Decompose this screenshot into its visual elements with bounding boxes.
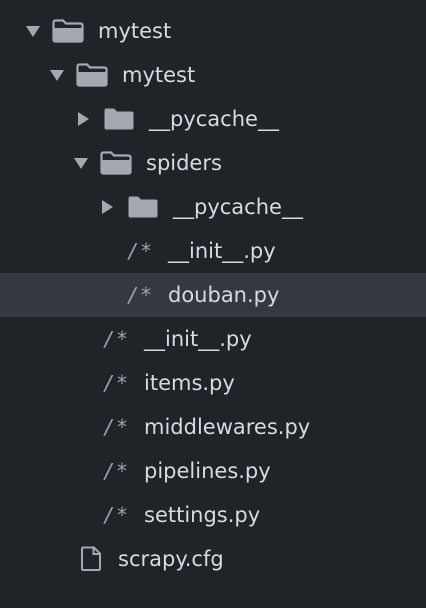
folder-icon <box>103 107 135 131</box>
tree-item-spiders[interactable]: spiders <box>0 141 426 185</box>
tree-item-label: __init__.py <box>144 327 252 351</box>
chevron-down-icon[interactable] <box>26 25 40 37</box>
tree-item-mytest[interactable]: mytest <box>0 53 426 97</box>
tree-item-init[interactable]: /* __init__.py <box>0 317 426 361</box>
folder-open-icon <box>76 63 108 87</box>
tree-item-mytest-root[interactable]: mytest <box>0 9 426 53</box>
tree-item-label: mytest <box>122 63 196 87</box>
tree-item-label: mytest <box>98 19 172 43</box>
tree-item-douban[interactable]: /* douban.py <box>0 273 426 317</box>
tree-item-label: middlewares.py <box>144 415 311 439</box>
file-icon <box>80 546 102 572</box>
tree-item-label: pipelines.py <box>144 459 271 483</box>
python-file-icon: /* <box>127 283 154 307</box>
tree-item-middlewares[interactable]: /* middlewares.py <box>0 405 426 449</box>
python-file-icon: /* <box>127 239 154 263</box>
python-file-icon: /* <box>103 371 130 395</box>
tree-item-pycache[interactable]: __pycache__ <box>0 97 426 141</box>
tree-item-pipelines[interactable]: /* pipelines.py <box>0 449 426 493</box>
chevron-right-icon[interactable] <box>102 200 113 214</box>
chevron-right-icon[interactable] <box>78 112 89 126</box>
python-file-icon: /* <box>103 327 130 351</box>
tree-item-label: __pycache__ <box>149 107 279 131</box>
tree-item-label: items.py <box>144 371 235 395</box>
tree-item-label: douban.py <box>168 283 280 307</box>
tree-item-spiders-pycache[interactable]: __pycache__ <box>0 185 426 229</box>
tree-item-label: __init__.py <box>168 239 276 263</box>
chevron-down-icon[interactable] <box>74 157 88 169</box>
tree-item-settings[interactable]: /* settings.py <box>0 493 426 537</box>
python-file-icon: /* <box>103 415 130 439</box>
python-file-icon: /* <box>103 503 130 527</box>
tree-item-spiders-init[interactable]: /* __init__.py <box>0 229 426 273</box>
tree-item-label: __pycache__ <box>173 195 303 219</box>
tree-item-label: settings.py <box>144 503 261 527</box>
tree-item-scrapy-cfg[interactable]: scrapy.cfg <box>0 537 426 581</box>
tree-item-items[interactable]: /* items.py <box>0 361 426 405</box>
file-tree: mytest mytest __pycache__ spiders __pyca… <box>0 0 426 608</box>
python-file-icon: /* <box>103 459 130 483</box>
folder-open-icon <box>52 19 84 43</box>
chevron-down-icon[interactable] <box>50 69 64 81</box>
folder-icon <box>127 195 159 219</box>
tree-item-label: scrapy.cfg <box>118 547 224 571</box>
tree-item-label: spiders <box>146 151 222 175</box>
folder-open-icon <box>100 151 132 175</box>
